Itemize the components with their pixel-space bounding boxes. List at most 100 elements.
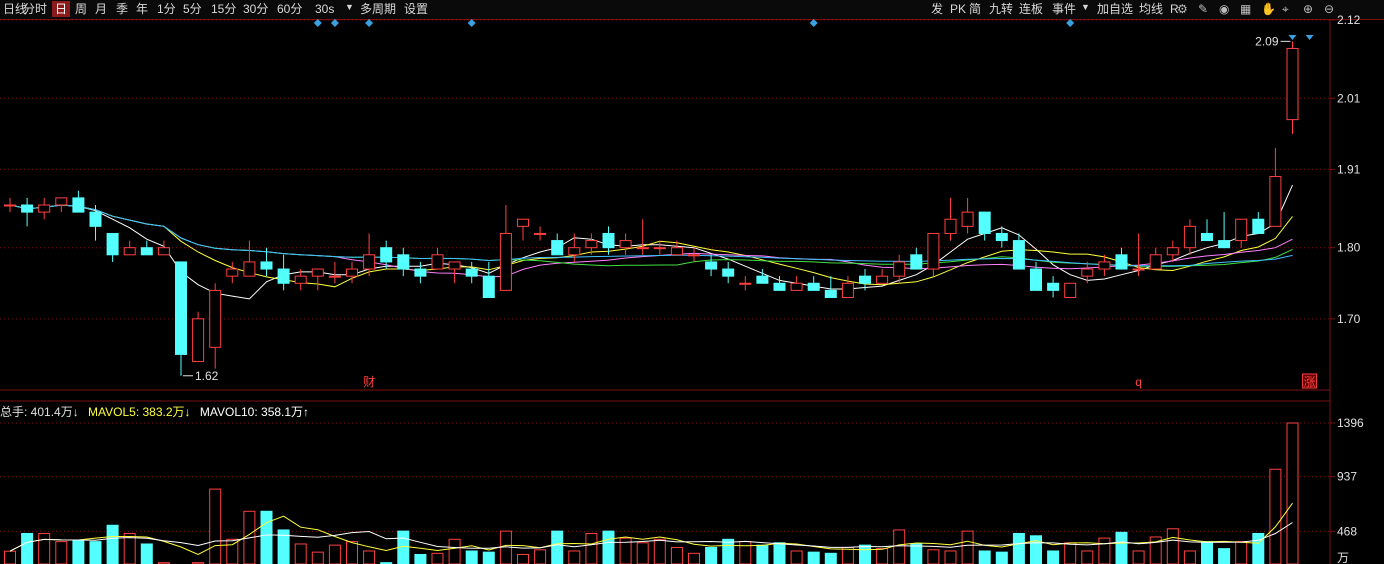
volume-bar[interactable]	[1081, 550, 1094, 564]
volume-bar[interactable]	[636, 542, 649, 564]
volume-bar[interactable]	[978, 550, 991, 564]
candle-body[interactable]	[995, 232, 1008, 242]
volume-bar[interactable]	[346, 541, 358, 564]
volume-bar[interactable]	[705, 546, 718, 564]
candle-body[interactable]	[619, 240, 632, 249]
candle-body[interactable]	[414, 268, 427, 277]
volume-bar[interactable]	[944, 550, 957, 564]
candle-body[interactable]	[824, 289, 837, 298]
candle-body[interactable]	[209, 289, 222, 348]
candle-body[interactable]	[841, 282, 854, 298]
candle-body[interactable]	[294, 275, 307, 284]
candle-body[interactable]	[123, 247, 136, 256]
kline-chart[interactable]: 2.12 2.01 1.91 1.80 1.70 2.09 1.62 财 q 涨 1396 937 46…	[0, 0, 1384, 564]
info-marker[interactable]: q	[1135, 375, 1142, 389]
volume-bar[interactable]	[72, 539, 85, 564]
volume-bar[interactable]	[1047, 550, 1060, 564]
candle-body[interactable]	[1235, 218, 1248, 242]
volume-bar[interactable]	[448, 538, 461, 564]
candle-body[interactable]	[431, 254, 444, 270]
volume-bar[interactable]	[568, 550, 581, 564]
volume-bar[interactable]	[106, 524, 119, 564]
volume-bar[interactable]	[465, 550, 478, 564]
candle-body[interactable]	[311, 268, 324, 277]
candle-body[interactable]	[499, 232, 512, 291]
volume-bar[interactable]	[328, 544, 341, 564]
volume-bar[interactable]	[807, 551, 820, 564]
candle-body[interactable]	[876, 275, 889, 284]
candle-body[interactable]	[1286, 47, 1299, 121]
volume-bar[interactable]	[876, 548, 889, 564]
candle-body[interactable]	[602, 232, 615, 249]
candle-body[interactable]	[277, 268, 290, 284]
volume-bar[interactable]	[910, 543, 923, 564]
volume-bar[interactable]	[1252, 532, 1265, 564]
volume-bar[interactable]	[89, 541, 102, 564]
candle-body[interactable]	[140, 247, 153, 256]
candle-body[interactable]	[1269, 176, 1282, 227]
volume-bar[interactable]	[260, 510, 273, 564]
volume-bar[interactable]	[1269, 468, 1282, 564]
volume-bar[interactable]	[363, 550, 376, 564]
candle-body[interactable]	[551, 240, 564, 256]
event-marker[interactable]	[1288, 35, 1297, 40]
volume-bar[interactable]	[311, 551, 324, 564]
candle-body[interactable]	[363, 254, 376, 270]
candle-body[interactable]	[328, 275, 341, 278]
volume-bar[interactable]	[226, 538, 239, 564]
event-marker[interactable]	[365, 19, 374, 27]
volume-bar[interactable]	[585, 532, 598, 564]
candle-body[interactable]	[705, 261, 718, 270]
volume-bar[interactable]	[670, 546, 683, 564]
volume-bar[interactable]	[602, 530, 615, 564]
volume-bar[interactable]	[722, 538, 735, 564]
info-marker[interactable]: 财	[363, 375, 375, 389]
volume-bar[interactable]	[482, 551, 495, 564]
candle-body[interactable]	[739, 282, 752, 285]
candle-body[interactable]	[106, 232, 119, 256]
candle-body[interactable]	[568, 247, 581, 256]
volume-bar[interactable]	[739, 541, 752, 564]
candle-body[interactable]	[1252, 218, 1265, 234]
candle-body[interactable]	[1030, 268, 1042, 291]
volume-bar[interactable]	[653, 538, 666, 564]
candle-body[interactable]	[978, 211, 991, 234]
candle-body[interactable]	[517, 218, 529, 227]
volume-bar[interactable]	[927, 549, 940, 564]
volume-bar[interactable]	[1183, 550, 1196, 564]
candle-body[interactable]	[688, 254, 700, 257]
candle-body[interactable]	[944, 218, 957, 234]
volume-bar[interactable]	[1201, 541, 1213, 564]
candle-body[interactable]	[1218, 240, 1231, 249]
candle-body[interactable]	[1166, 247, 1179, 256]
candle-body[interactable]	[653, 247, 666, 250]
candle-body[interactable]	[927, 232, 940, 270]
volume-bar[interactable]	[414, 553, 427, 564]
candle-body[interactable]	[260, 261, 273, 270]
candle-body[interactable]	[157, 247, 170, 256]
candle-body[interactable]	[89, 211, 102, 227]
volume-bar[interactable]	[995, 551, 1008, 564]
candle-body[interactable]	[465, 268, 478, 277]
candle-body[interactable]	[1115, 254, 1128, 270]
volume-bar[interactable]	[517, 553, 529, 564]
volume-bar[interactable]	[841, 546, 854, 564]
candle-body[interactable]	[1081, 268, 1094, 277]
volume-bar[interactable]	[1098, 537, 1111, 564]
volume-bar[interactable]	[1235, 541, 1248, 564]
volume-bar[interactable]	[431, 552, 444, 564]
volume-bar[interactable]	[55, 541, 68, 564]
volume-bar[interactable]	[961, 530, 974, 564]
candle-body[interactable]	[722, 268, 735, 277]
candle-body[interactable]	[961, 211, 974, 227]
volume-bar[interactable]	[4, 550, 16, 564]
candle-body[interactable]	[1012, 240, 1025, 270]
candle-body[interactable]	[1183, 225, 1196, 249]
candle-body[interactable]	[226, 268, 239, 277]
candle-body[interactable]	[21, 204, 34, 213]
info-marker[interactable]: 涨	[1304, 374, 1316, 389]
volume-bar[interactable]	[773, 542, 786, 564]
volume-bar[interactable]	[756, 544, 769, 564]
candle-body[interactable]	[1064, 282, 1077, 298]
candle-body[interactable]	[380, 247, 393, 263]
